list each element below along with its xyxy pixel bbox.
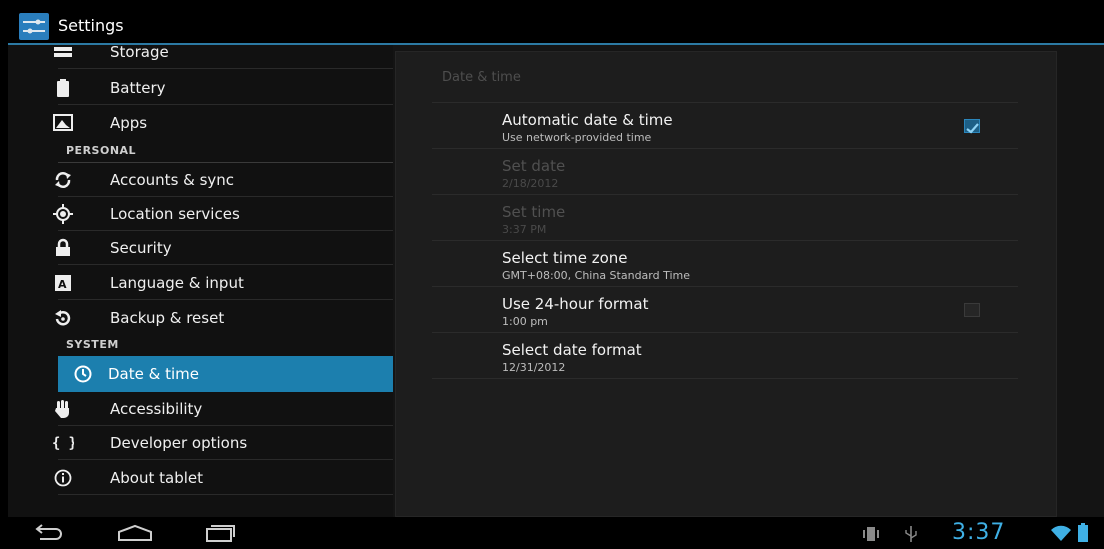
settings-sidebar: Storage Battery Apps PERSONAL Accounts &… (8, 45, 393, 517)
sidebar-item-label: About tablet (110, 469, 203, 487)
settings-screen: Settings Storage Battery Apps PERSONAL A… (8, 7, 1104, 517)
recent-apps-icon[interactable] (203, 523, 237, 547)
sidebar-item-accounts-sync[interactable]: Accounts & sync (55, 163, 393, 197)
sidebar-item-location-services[interactable]: Location services (53, 197, 393, 231)
sidebar-item-label: Storage (110, 45, 169, 61)
pref-summary: 1:00 pm (502, 315, 548, 328)
sidebar-item-language-input[interactable]: A Language & input (55, 266, 393, 300)
info-icon (52, 467, 74, 489)
backup-icon (52, 307, 74, 329)
date-time-panel: Date & time Automatic date & time Use ne… (395, 51, 1057, 517)
pref-summary: 3:37 PM (502, 223, 547, 236)
sidebar-item-label: Battery (110, 79, 166, 97)
sidebar-item-apps[interactable]: Apps (53, 106, 393, 140)
sidebar-item-label: Security (110, 239, 172, 257)
location-icon (52, 203, 74, 225)
pref-summary: 12/31/2012 (502, 361, 566, 374)
sidebar-item-storage[interactable]: Storage (54, 45, 393, 69)
sidebar-item-developer-options[interactable]: { } Developer options (52, 426, 393, 460)
storage-icon (52, 45, 74, 63)
svg-text:{ }: { } (52, 436, 74, 452)
pref-title: Set time (502, 203, 566, 221)
pref-use-24-hour-format[interactable]: Use 24-hour format 1:00 pm (432, 287, 1018, 333)
braces-icon: { } (52, 432, 74, 454)
pref-title: Select date format (502, 341, 642, 359)
sidebar-item-label: Date & time (108, 365, 199, 383)
checkmark-icon (966, 123, 979, 134)
sidebar-item-security[interactable]: Security (56, 231, 393, 265)
sync-icon (52, 169, 74, 191)
pref-select-date-format[interactable]: Select date format 12/31/2012 (432, 333, 1018, 379)
automatic-date-time-checkbox[interactable] (964, 119, 980, 134)
hand-icon (52, 398, 74, 420)
pref-summary: 2/18/2012 (502, 177, 559, 190)
status-clock: 3:37 (952, 520, 1006, 545)
back-icon[interactable] (30, 523, 66, 547)
pref-summary: Use network-provided time (502, 131, 652, 144)
pref-title: Automatic date & time (502, 111, 673, 129)
svg-text:A: A (58, 278, 67, 291)
sidebar-item-about-tablet[interactable]: About tablet (54, 461, 393, 495)
section-header-system: SYSTEM (58, 335, 393, 357)
usb-icon (904, 525, 918, 547)
section-header-personal: PERSONAL (58, 141, 393, 163)
use-24-hour-checkbox[interactable] (964, 303, 980, 317)
keyboard-icon: A (52, 272, 74, 294)
home-icon[interactable] (116, 523, 154, 547)
sidebar-item-date-time[interactable]: Date & time (58, 356, 393, 392)
system-nav-bar: 3:37 (0, 517, 1104, 549)
apps-icon (52, 112, 74, 134)
app-title: Settings (58, 16, 124, 35)
battery-status-icon (1077, 523, 1089, 547)
vibrate-icon (862, 526, 880, 546)
wifi-icon (1050, 525, 1072, 545)
pref-title: Set date (502, 157, 566, 175)
sidebar-item-battery[interactable]: Battery (57, 71, 393, 105)
sidebar-item-label: Language & input (110, 274, 244, 292)
sidebar-item-accessibility[interactable]: Accessibility (55, 392, 393, 426)
sidebar-item-label: Accessibility (110, 400, 203, 418)
sidebar-item-label: Developer options (110, 434, 248, 452)
sidebar-item-backup-reset[interactable]: Backup & reset (55, 301, 393, 335)
sidebar-item-label: Location services (110, 205, 240, 223)
sidebar-item-label: Backup & reset (110, 309, 225, 327)
pref-summary: GMT+08:00, China Standard Time (502, 269, 691, 282)
sidebar-item-label: Apps (110, 114, 148, 132)
pref-select-time-zone[interactable]: Select time zone GMT+08:00, China Standa… (432, 241, 1018, 287)
pref-title: Select time zone (502, 249, 628, 267)
lock-icon (52, 237, 74, 259)
panel-header: Date & time (442, 70, 521, 85)
battery-icon (52, 77, 74, 99)
pref-automatic-date-time[interactable]: Automatic date & time Use network-provid… (432, 103, 1018, 149)
pref-set-date[interactable]: Set date 2/18/2012 (432, 149, 1018, 195)
settings-app-icon[interactable] (19, 13, 49, 40)
clock-icon (72, 363, 94, 385)
action-bar: Settings (8, 7, 1104, 45)
pref-set-time[interactable]: Set time 3:37 PM (432, 195, 1018, 241)
sidebar-item-label: Accounts & sync (110, 171, 235, 189)
pref-title: Use 24-hour format (502, 295, 649, 313)
